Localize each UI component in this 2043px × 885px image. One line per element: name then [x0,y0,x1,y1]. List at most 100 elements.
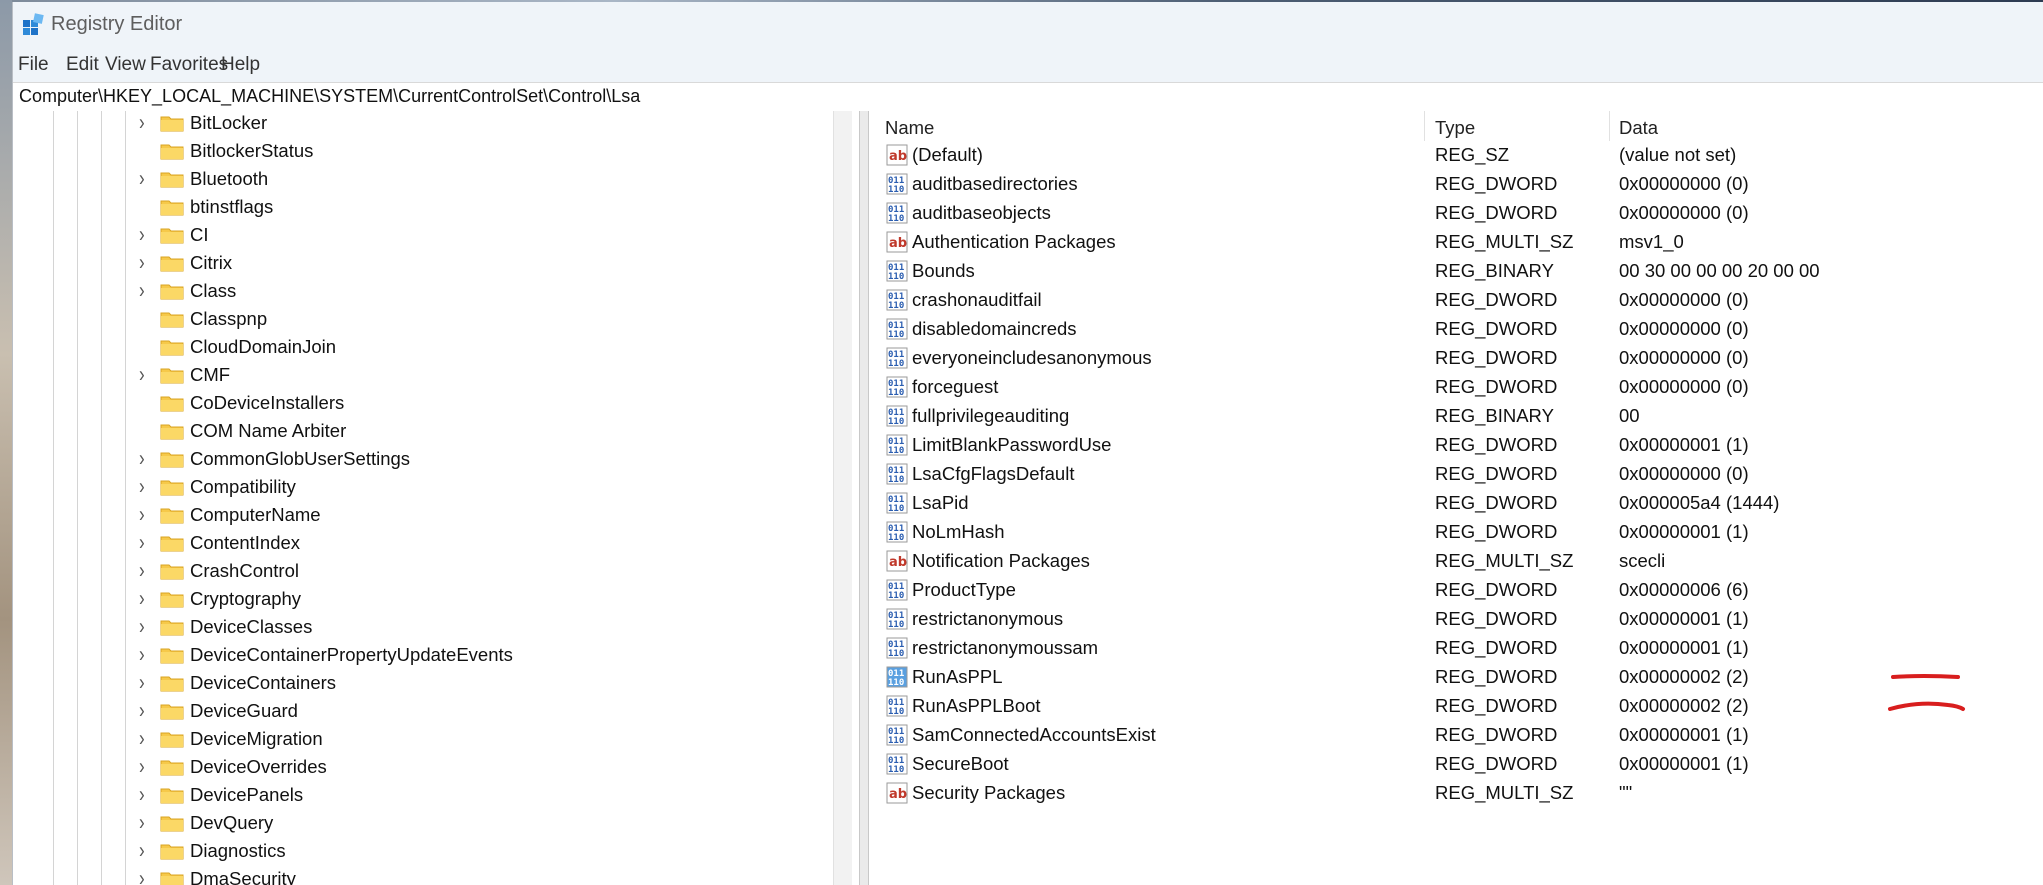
value-row[interactable]: 011 110 crashonauditfail REG_DWORD 0x0000000… [869,286,2043,315]
value-row[interactable]: 011 110 NoLmHash REG_DWORD 0x00000001 (1) [869,518,2043,547]
tree-item[interactable]: › ComputerName [13,501,843,529]
value-row[interactable]: ab Notification Packages REG_MULTI_SZ scecl… [869,547,2043,576]
chevron-right-icon[interactable]: › [139,278,145,304]
chevron-right-icon[interactable]: › [139,838,145,864]
chevron-right-icon[interactable]: › [139,726,145,752]
chevron-right-icon[interactable]: › [139,166,145,192]
tree-item[interactable]: › CommonGlobUserSettings [13,445,843,473]
address-bar[interactable]: Computer\HKEY_LOCAL_MACHINE\SYSTEM\Curre… [13,82,2043,112]
chevron-right-icon[interactable]: › [139,250,145,276]
tree-item[interactable]: › DeviceOverrides [13,753,843,781]
value-row[interactable]: 011 110 LsaPid REG_DWORD 0x000005a4 (1444) [869,489,2043,518]
tree-item[interactable]: › DeviceContainerPropertyUpdateEvents [13,641,843,669]
tree-item[interactable]: › CrashControl [13,557,843,585]
value-row[interactable]: 011 110 disabledomaincreds REG_DWORD 0x00000… [869,315,2043,344]
pane-splitter[interactable] [859,111,869,885]
value-row[interactable]: 011 110 LimitBlankPasswordUse REG_DWORD 0x00… [869,431,2043,460]
tree-item-label: Diagnostics [190,840,286,861]
tree-item[interactable]: BitlockerStatus [13,137,843,165]
value-row[interactable]: 011 110 RunAsPPL REG_DWORD 0x00000002 (2) [869,663,2043,692]
chevron-right-icon[interactable]: › [139,502,145,528]
value-row[interactable]: 011 110 auditbaseobjects REG_DWORD 0x0000000… [869,199,2043,228]
tree-item[interactable]: › CI [13,221,843,249]
menu-edit[interactable]: Edit [66,54,99,76]
value-row[interactable]: 011 110 fullprivilegeauditing REG_BINARY 00 [869,402,2043,431]
tree-item[interactable]: › DevicePanels [13,781,843,809]
tree-item[interactable]: › Citrix [13,249,843,277]
value-row[interactable]: 011 110 LsaCfgFlagsDefault REG_DWORD 0x00000… [869,460,2043,489]
value-row[interactable]: 011 110 forceguest REG_DWORD 0x00000000 (0) [869,373,2043,402]
value-row[interactable]: 011 110 ProductType REG_DWORD 0x00000006 (6) [869,576,2043,605]
column-header-type[interactable]: Type [1435,117,1475,139]
chevron-right-icon[interactable]: › [139,614,145,640]
value-row[interactable]: 011 110 everyoneincludesanonymous REG_DWORD… [869,344,2043,373]
value-row[interactable]: ab Authentication Packages REG_MULTI_SZ msv… [869,228,2043,257]
chevron-right-icon[interactable]: › [139,866,145,885]
folder-icon [160,172,184,188]
menu-file[interactable]: File [18,54,49,76]
value-row[interactable]: 011 110 restrictanonymoussam REG_DWORD 0x000… [869,634,2043,663]
tree-item[interactable]: CloudDomainJoin [13,333,843,361]
folder-icon [160,760,184,776]
chevron-right-icon[interactable]: › [139,446,145,472]
chevron-right-icon[interactable]: › [139,558,145,584]
column-divider[interactable] [1424,111,1425,141]
tree-item[interactable]: › Diagnostics [13,837,843,865]
folder-icon [160,144,184,160]
value-row[interactable]: 011 110 RunAsPPLBoot REG_DWORD 0x00000002 (2… [869,692,2043,721]
tree-item[interactable]: › DmaSecurity [13,865,843,885]
tree-item[interactable]: CoDeviceInstallers [13,389,843,417]
tree-item[interactable]: › Cryptography [13,585,843,613]
column-header-name[interactable]: Name [885,117,934,139]
column-divider[interactable] [1609,111,1610,141]
values-pane[interactable]: Name Type Data ab (Default) REG_SZ (value n… [869,111,2043,885]
key-tree-pane[interactable]: › BitLocker BitlockerStatus › Bluetooth btins… [13,111,859,885]
value-name: fullprivilegeauditing [912,405,1070,426]
tree-item[interactable]: › ContentIndex [13,529,843,557]
value-name: everyoneincludesanonymous [912,347,1152,368]
tree-item[interactable]: › DevQuery [13,809,843,837]
value-row[interactable]: ab Security Packages REG_MULTI_SZ "" [869,779,2043,808]
menu-favorites[interactable]: Favorites [150,54,228,76]
tree-item[interactable]: › Bluetooth [13,165,843,193]
chevron-right-icon[interactable]: › [139,586,145,612]
tree-item[interactable]: btinstflags [13,193,843,221]
tree-item[interactable]: › DeviceGuard [13,697,843,725]
svg-text:110: 110 [888,475,904,485]
tree-item[interactable]: › Compatibility [13,473,843,501]
chevron-right-icon[interactable]: › [139,222,145,248]
menu-view[interactable]: View [105,54,146,76]
tree-item[interactable]: › DeviceMigration [13,725,843,753]
tree-item[interactable]: › DeviceClasses [13,613,843,641]
tree-item[interactable]: › Class [13,277,843,305]
chevron-right-icon[interactable]: › [139,474,145,500]
chevron-right-icon[interactable]: › [139,111,145,136]
chevron-right-icon[interactable]: › [139,698,145,724]
tree-item-label: Bluetooth [190,168,269,189]
value-row[interactable]: 011 110 SamConnectedAccountsExist REG_DWORD… [869,721,2043,750]
tree-scrollbar[interactable] [833,111,852,885]
tree-item[interactable]: › DeviceContainers [13,669,843,697]
chevron-right-icon[interactable]: › [139,810,145,836]
tree-item[interactable]: › CMF [13,361,843,389]
title-bar[interactable]: Registry Editor [13,2,2043,48]
chevron-right-icon[interactable]: › [139,642,145,668]
tree-item[interactable]: COM Name Arbiter [13,417,843,445]
chevron-right-icon[interactable]: › [139,670,145,696]
tree-item[interactable]: Classpnp [13,305,843,333]
tree-item[interactable]: › BitLocker [13,111,843,137]
value-row[interactable]: 011 110 restrictanonymous REG_DWORD 0x000000… [869,605,2043,634]
value-row[interactable]: 011 110 SecureBoot REG_DWORD 0x00000001 (1) [869,750,2043,779]
chevron-right-icon[interactable]: › [139,530,145,556]
chevron-right-icon[interactable]: › [139,782,145,808]
value-row[interactable]: 011 110 auditbasedirectories REG_DWORD 0x000… [869,170,2043,199]
value-row[interactable]: ab (Default) REG_SZ (value not set) [869,141,2043,170]
value-row[interactable]: 011 110 Bounds REG_BINARY 00 30 00 00 00 20 … [869,257,2043,286]
menu-help[interactable]: Help [221,54,260,76]
chevron-right-icon[interactable]: › [139,754,145,780]
value-name: RunAsPPLBoot [912,695,1041,716]
chevron-right-icon[interactable]: › [139,362,145,388]
address-path[interactable]: Computer\HKEY_LOCAL_MACHINE\SYSTEM\Curre… [19,86,640,107]
column-header-data[interactable]: Data [1619,117,1658,139]
tree-item-label: DevicePanels [190,784,304,805]
